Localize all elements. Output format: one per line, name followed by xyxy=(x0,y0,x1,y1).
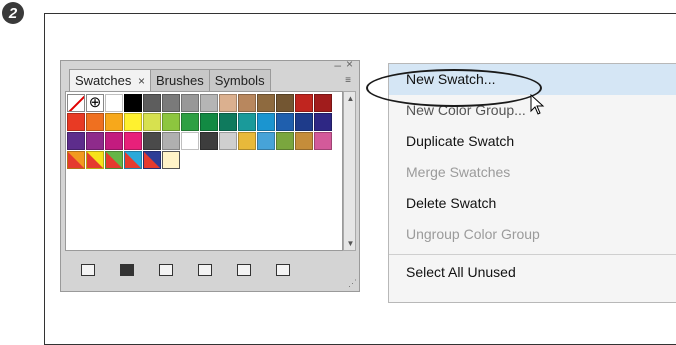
swatch-row xyxy=(67,113,342,132)
tab-symbols-label: Symbols xyxy=(214,73,265,88)
panel-footer xyxy=(65,253,356,287)
swatch[interactable] xyxy=(105,113,123,131)
swatch[interactable] xyxy=(295,94,313,112)
swatch-registration[interactable]: ⊕ xyxy=(86,94,104,112)
swatch[interactable] xyxy=(124,151,142,169)
tab-symbols[interactable]: Symbols xyxy=(208,69,271,91)
swatch[interactable] xyxy=(200,94,218,112)
swatch[interactable] xyxy=(105,132,123,150)
swatch[interactable] xyxy=(276,94,294,112)
swatch[interactable] xyxy=(67,151,85,169)
swatch-libraries-menu-icon[interactable] xyxy=(81,264,95,276)
swatch[interactable] xyxy=(238,94,256,112)
swatch[interactable] xyxy=(105,151,123,169)
swatch[interactable] xyxy=(314,132,332,150)
swatch-row: ⊕ xyxy=(67,94,342,113)
swatch[interactable] xyxy=(143,132,161,150)
swatch[interactable] xyxy=(124,113,142,131)
swatch[interactable] xyxy=(219,94,237,112)
swatch[interactable] xyxy=(124,132,142,150)
swatch-grid: ⊕ xyxy=(67,94,342,170)
swatch[interactable] xyxy=(219,113,237,131)
swatch-none[interactable] xyxy=(67,94,85,112)
swatch[interactable] xyxy=(276,132,294,150)
swatch-color-group-folder-icon[interactable] xyxy=(162,151,180,169)
swatch[interactable] xyxy=(162,132,180,150)
tab-close-icon[interactable]: × xyxy=(138,74,145,88)
tab-swatches[interactable]: Swatches × xyxy=(69,69,152,92)
swatch[interactable] xyxy=(314,113,332,131)
swatch[interactable] xyxy=(257,113,275,131)
swatch[interactable] xyxy=(143,113,161,131)
swatch[interactable] xyxy=(295,113,313,131)
show-swatch-kinds-icon[interactable] xyxy=(120,264,134,276)
delete-swatch-icon[interactable] xyxy=(276,264,290,276)
swatch[interactable] xyxy=(276,113,294,131)
swatch[interactable] xyxy=(181,94,199,112)
swatch-row xyxy=(67,151,342,170)
swatch[interactable] xyxy=(238,132,256,150)
step-number-badge: 2 xyxy=(2,2,24,24)
panel-close-button[interactable]: × xyxy=(346,57,353,71)
swatch[interactable] xyxy=(105,94,123,112)
swatch[interactable] xyxy=(181,113,199,131)
swatch[interactable] xyxy=(200,113,218,131)
new-color-group-icon[interactable] xyxy=(198,264,212,276)
swatch[interactable] xyxy=(67,113,85,131)
highlight-callout-ellipse xyxy=(366,69,542,107)
swatch[interactable] xyxy=(257,132,275,150)
swatch[interactable] xyxy=(67,132,85,150)
panel-tabs: Swatches × Brushes Symbols xyxy=(69,69,271,92)
tab-brushes[interactable]: Brushes xyxy=(150,69,210,91)
swatch-row xyxy=(67,132,342,151)
swatch[interactable] xyxy=(143,151,161,169)
swatch[interactable] xyxy=(257,94,275,112)
scroll-up-icon[interactable]: ▲ xyxy=(345,94,356,103)
swatch[interactable] xyxy=(86,132,104,150)
panel-menu-icon[interactable]: ≡ xyxy=(341,75,355,87)
resize-grip-icon[interactable]: ⋰ xyxy=(348,278,357,289)
swatch[interactable] xyxy=(86,151,104,169)
swatch-options-icon[interactable] xyxy=(159,264,173,276)
swatch-scrollbar[interactable]: ▲ ▼ xyxy=(343,91,356,251)
swatch[interactable] xyxy=(295,132,313,150)
menu-item-duplicate-swatch[interactable]: Duplicate Swatch xyxy=(389,126,676,157)
mouse-cursor-icon xyxy=(530,94,545,115)
swatch[interactable] xyxy=(143,94,161,112)
swatch[interactable] xyxy=(86,113,104,131)
swatch[interactable] xyxy=(219,132,237,150)
swatch[interactable] xyxy=(314,94,332,112)
swatch[interactable] xyxy=(200,132,218,150)
menu-separator xyxy=(389,254,676,255)
swatch[interactable] xyxy=(238,113,256,131)
menu-item-merge-swatches: Merge Swatches xyxy=(406,164,511,180)
menu-item-select-all-unused[interactable]: Select All Unused xyxy=(389,257,676,288)
panel-minimize-button[interactable]: – xyxy=(334,58,341,72)
swatches-panel: – × Swatches × Brushes Symbols ≡ ⊕ ▲ ▼ ⋰ xyxy=(60,57,360,292)
tab-swatches-label: Swatches xyxy=(75,73,132,88)
tab-brushes-label: Brushes xyxy=(156,73,204,88)
swatch-list: ⊕ xyxy=(65,91,343,251)
new-swatch-icon[interactable] xyxy=(237,264,251,276)
panel-title-bar[interactable] xyxy=(61,61,359,69)
menu-item-delete-swatch[interactable]: Delete Swatch xyxy=(389,188,676,219)
scroll-down-icon[interactable]: ▼ xyxy=(345,239,356,248)
swatch[interactable] xyxy=(162,94,180,112)
menu-item-ungroup-color-group: Ungroup Color Group xyxy=(406,226,540,242)
swatch[interactable] xyxy=(181,132,199,150)
swatch[interactable] xyxy=(124,94,142,112)
swatch[interactable] xyxy=(162,113,180,131)
